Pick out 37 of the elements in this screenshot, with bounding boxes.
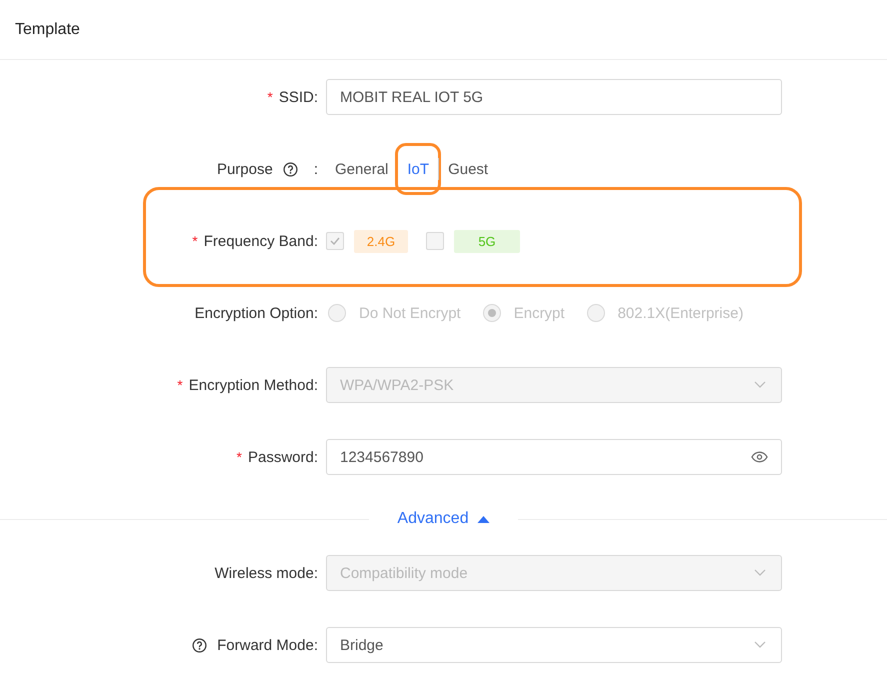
password-field[interactable]: 1234567890 [326, 439, 782, 475]
field-label: Frequency Band: [204, 232, 318, 250]
field-label: Forward Mode: [217, 636, 318, 654]
chevron-down-icon [754, 381, 766, 389]
purpose-option[interactable]: IoT [398, 146, 438, 192]
field-value: 1234567890 [340, 448, 424, 466]
radio-label: Do Not Encrypt [359, 304, 461, 322]
purpose-option[interactable]: General [326, 160, 398, 178]
required-mark: * [192, 233, 198, 249]
eye-icon[interactable] [751, 451, 768, 463]
select-value: WPA/WPA2-PSK [340, 376, 454, 394]
radio-label: 802.1X(Enterprise) [618, 304, 744, 322]
chevron-down-icon [754, 641, 766, 649]
required-mark: * [177, 377, 183, 393]
field-label: Password: [248, 448, 318, 466]
purpose-option[interactable]: Guest [439, 160, 498, 178]
field-label: SSID: [278, 88, 318, 106]
field-label: Encryption Option: [194, 304, 318, 322]
band-tag: 5G [454, 230, 520, 252]
field-label: Wireless mode: [214, 564, 318, 582]
field-label: Purpose [216, 160, 273, 178]
required-mark: * [236, 449, 242, 465]
select-value: Compatibility mode [340, 564, 468, 582]
chevron-down-icon [754, 569, 766, 577]
check-icon [330, 237, 340, 245]
help-icon[interactable] [192, 638, 208, 652]
caret-up-icon [476, 515, 490, 523]
required-mark: * [267, 89, 273, 105]
radio-label: Encrypt [514, 304, 565, 322]
band-tag: 2.4G [354, 230, 408, 252]
ssid-field[interactable]: MOBIT REAL IOT 5G [326, 79, 782, 115]
field-label: Encryption Method: [188, 376, 318, 394]
select-value: Bridge [340, 636, 384, 654]
select-field[interactable]: Bridge [326, 627, 782, 663]
page-title: Template [15, 20, 80, 38]
label-colon: : [314, 160, 318, 178]
help-icon[interactable] [282, 162, 298, 176]
